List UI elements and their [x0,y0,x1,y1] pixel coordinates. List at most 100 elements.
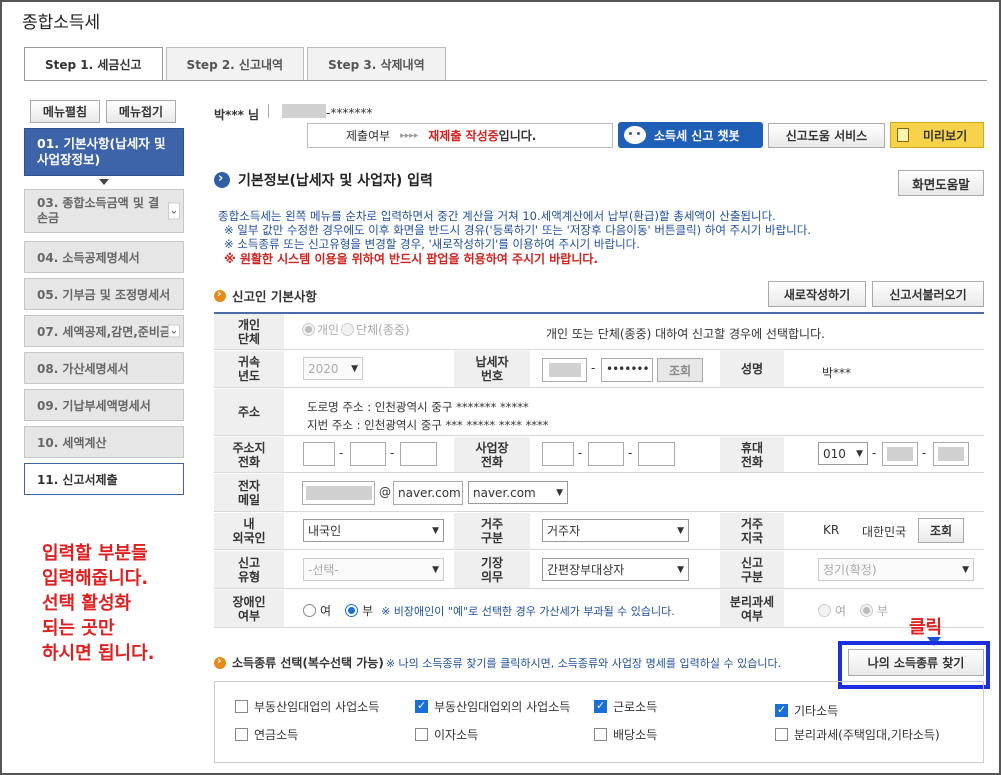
sidebar-item-submit[interactable]: 11. 신고서제출 [24,463,184,495]
chevron-down-icon[interactable]: ⌄ [168,324,180,338]
lot-address: 지번 주소 : 인천광역시 중구 *** ***** **** **** [307,418,549,432]
income-option[interactable]: 기타소득 [775,702,838,719]
sidebar-item-label: 10. 세액계산 [37,435,107,450]
status-value: 재제출 작성중 [428,129,499,143]
sidebar-toggle-buttons: 메뉴펼침 메뉴접기 [30,100,176,123]
find-income-type-button[interactable]: 나의 소득종류 찾기 [848,649,984,676]
email-id-field[interactable] [302,481,375,505]
country-code: KR [823,523,840,537]
sidebar-item-tax-credit[interactable]: 07. 세액공제,감면,준비금 ⌄ [24,315,184,347]
checkbox[interactable] [235,700,248,713]
taxpayer-no-field-2[interactable]: ••••••• [601,358,653,382]
click-annotation: 클릭 [909,617,943,638]
annotation-text: 입력할 부분들 입력해줍니다. 선택 활성화 되는 곳만 하시면 됩니다. [42,541,154,666]
checkbox[interactable] [415,699,428,713]
income-option[interactable]: 부동산임대업외의 사업소득 [415,698,570,715]
report-type-select[interactable]: -선택- ▼ [303,558,444,581]
biz-phone-field-3[interactable] [638,442,675,466]
individual-radio[interactable] [302,323,315,336]
mobile-field-3[interactable] [933,442,969,466]
biz-phone-field-1[interactable] [542,442,574,466]
warning-line: ※ 원활한 시스템 이용을 위하여 반드시 팝업을 허용하여 주시기 바랍니다. [224,252,598,266]
home-phone-field-3[interactable] [400,442,437,466]
report-div-value: 정기(확정) [823,563,877,577]
load-report-button[interactable]: 신고서불러오기 [872,281,984,307]
divider [268,104,269,118]
sidebar-item-label: 04. 소득공제명세서 [37,250,140,265]
preview-button[interactable]: 미리보기 [890,122,984,148]
dash: - [922,446,927,460]
sidebar-item-tax-calc[interactable]: 10. 세액계산 [24,426,184,458]
name-label: 성명 [720,351,784,388]
lookup-button[interactable]: 조회 [657,358,703,382]
year-select[interactable]: 2020 ▼ [303,357,363,380]
biz-phone-field-2[interactable] [588,442,624,466]
separate-yes-radio[interactable] [818,604,831,617]
dash: - [628,446,633,460]
menu-expand-button[interactable]: 메뉴펼침 [30,100,100,123]
sidebar-item-basic-info[interactable]: 01. 기본사항(납세자 및 사업장정보) [24,128,184,176]
checkbox[interactable] [775,728,788,741]
sidebar-item-additional-tax[interactable]: 08. 가산세명세서 [24,352,184,384]
foreigner-select[interactable]: 내국인 ▼ [303,519,444,542]
sidebar-item-prepaid-tax[interactable]: 09. 기납부세액명세서 [24,389,184,421]
home-phone-field-2[interactable] [350,442,386,466]
status-label: 제출여부 [346,129,391,143]
sidebar-item-donation[interactable]: 05. 기부금 및 조정명세서 [24,278,184,310]
income-option[interactable]: 부동산임대업의 사업소득 [235,698,379,715]
income-title: 소득종류 선택(복수선택 가능) [232,656,384,670]
mobile-prefix-select[interactable]: 010 ▼ [818,442,868,465]
checkbox[interactable] [415,728,428,741]
section-header: › 기본정보(납세자 및 사업자) 입력 [214,170,433,190]
home-phone-field-1[interactable] [303,442,335,466]
menu-collapse-button[interactable]: 메뉴접기 [106,100,176,123]
income-option[interactable]: 분리과세(주택임대,기타소득) [775,726,940,743]
masked-id-block [282,104,326,118]
residence-value: 거주자 [547,524,581,538]
income-option[interactable]: 이자소득 [415,726,478,743]
tab-step3[interactable]: Step 3. 삭제내역 [307,47,446,80]
user-name: 박*** 님 [214,108,260,122]
mobile-field-2[interactable] [882,442,918,466]
chatbot-label: 소득세 신고 챗봇 [654,128,740,143]
status-suffix: 입니다. [498,129,537,143]
chevron-down-icon[interactable]: ⌄ [168,202,180,220]
taxpayer-no-field-1[interactable] [542,358,587,382]
new-write-button[interactable]: 새로작성하기 [768,281,866,307]
income-option[interactable]: 근로소득 [594,698,657,715]
group-radio[interactable] [341,323,355,336]
chevron-down-icon: ▼ [856,448,863,459]
no-label: 부 [362,604,374,618]
separate-no-radio[interactable] [860,604,874,617]
tab-step2[interactable]: Step 2. 신고내역 [165,47,305,80]
checkbox[interactable] [235,728,248,741]
chatbot-icon [624,126,646,144]
sidebar-item-deduction[interactable]: 04. 소득공제명세서 [24,241,184,273]
chatbot-button[interactable]: 소득세 신고 챗봇 [618,122,763,148]
name-value: 박*** [822,366,852,380]
bookkeeping-select[interactable]: 간편장부대상자 ▼ [542,558,689,581]
separate-radio-group: 여 부 [818,602,888,619]
sidebar-item-label: 01. 기본사항(납세자 및 사업장정보) [37,136,166,167]
income-option[interactable]: 연금소득 [235,726,298,743]
income-option[interactable]: 배당소득 [594,726,657,743]
email-domain-field[interactable]: naver.com [393,481,463,505]
country-name: 대한민국 [862,525,907,539]
checkbox[interactable] [594,728,607,741]
help-service-button[interactable]: 신고도움 서비스 [768,123,885,148]
residence-select[interactable]: 거주자 ▼ [542,519,689,542]
checkbox[interactable] [775,703,788,717]
sidebar-item-income-amount[interactable]: 03. 종합소득금액 및 결손금 ⌄ [24,189,184,233]
disabled-yes-radio[interactable] [303,604,316,617]
mobile-prefix-value: 010 [823,446,846,461]
mobile-label: 휴대 전화 [720,437,784,473]
disabled-no-radio[interactable] [345,604,359,617]
tab-step1[interactable]: Step 1. 세금신고 [24,47,163,81]
info-line: ※ 일부 값만 수정한 경우에도 이후 화면을 반드시 경유('등록하기' 또는… [224,223,811,237]
country-lookup-button[interactable]: 조회 [918,518,964,543]
report-div-select[interactable]: 정기(확정) ▼ [818,558,974,581]
checkbox[interactable] [594,699,607,713]
email-domain-select[interactable]: naver.com ▼ [468,481,568,504]
screen-help-button[interactable]: 화면도움말 [898,170,984,196]
sidebar-item-label: 09. 기납부세액명세서 [37,398,151,413]
